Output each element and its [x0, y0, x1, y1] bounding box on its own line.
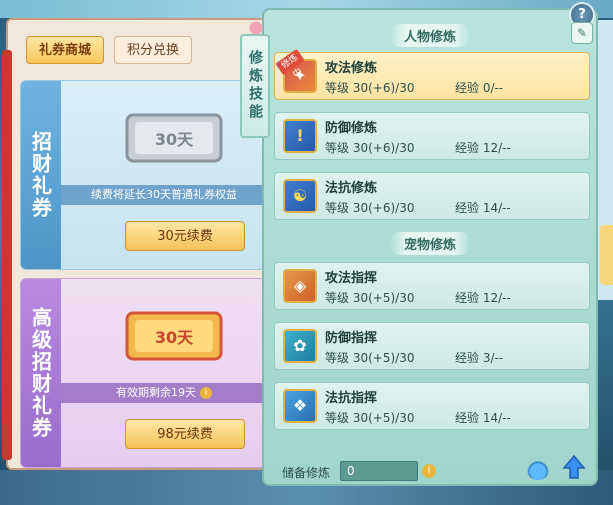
basic-voucher-card: 招财礼券 30天 续费将延长30天普通礼券权益 30元续费	[20, 80, 266, 270]
flower-ornament	[244, 16, 268, 36]
skill-row-magic-resist[interactable]: ☯ 法抗修炼 等级 30(+6)/30 经验 14/--	[274, 172, 590, 220]
store-label: 储备修炼	[282, 466, 331, 480]
skill-exp: 经验 0/--	[455, 81, 504, 95]
skill-level: 等级 30(+5)/30	[325, 351, 415, 365]
basic-voucher-desc: 续费将延长30天普通礼券权益	[61, 185, 265, 205]
skill-exp: 经验 12/--	[455, 141, 511, 155]
skill-name: 法抗指挥	[325, 391, 378, 406]
basic-ticket-text: 30天	[155, 130, 194, 149]
store-input[interactable]: 0	[340, 461, 418, 481]
info-icon[interactable]: i	[422, 464, 436, 478]
skill-name: 防御指挥	[325, 331, 378, 346]
skill-level: 等级 30(+5)/30	[325, 411, 415, 425]
skill-exp: 经验 3/--	[455, 351, 504, 365]
skill-row-pet-attack[interactable]: ◈ 攻法指挥 等级 30(+5)/30 经验 12/--	[274, 262, 590, 310]
skill-level: 等级 30(+5)/30	[325, 291, 415, 305]
skill-level: 等级 30(+6)/30	[325, 141, 415, 155]
tab-voucher-shop[interactable]: 礼券商城	[26, 36, 105, 64]
char-section-title: 人物修炼	[264, 24, 596, 47]
skill-row-defense[interactable]: ! 防御修炼 等级 30(+6)/30 经验 12/--	[274, 112, 590, 160]
skill-name: 法抗修炼	[325, 181, 378, 196]
advanced-ticket-text: 30天	[155, 328, 194, 347]
upgrade-arrow-icon[interactable]	[562, 454, 586, 480]
advanced-voucher-desc: 有效期剩余19天 i	[61, 383, 265, 403]
advanced-voucher-label: 高级招财礼券	[21, 279, 61, 467]
cultivation-title: 修炼技能	[240, 16, 270, 138]
skill-row-attack[interactable]: ✦ 修炼中 攻法修炼 等级 30(+6)/30 经验 0/--	[274, 48, 590, 100]
pet-section-title: 宠物修炼	[264, 232, 596, 255]
skill-exp: 经验 12/--	[455, 291, 511, 305]
info-icon[interactable]: i	[200, 387, 212, 399]
skill-name: 攻法修炼	[325, 61, 378, 76]
voucher-panel: 礼券商城 积分兑换 招财礼券 30天 续费将延长30天普通礼券权益 30元续费 …	[2, 18, 272, 470]
cultivation-panel: ? ✎ 人物修炼 ✦ 修炼中 攻法修炼 等级 30(+6)/30 经验 0/--…	[262, 2, 598, 486]
panel-edge	[2, 50, 12, 460]
advanced-desc-text: 有效期剩余19天	[116, 386, 196, 399]
renew-98-button[interactable]: 98元续费	[125, 419, 245, 449]
pet-resist-icon: ❖	[283, 389, 317, 423]
magic-resist-icon: ☯	[283, 179, 317, 213]
voucher-tabs: 礼券商城 积分兑换	[26, 36, 193, 64]
pet-defense-icon: ✿	[283, 329, 317, 363]
pet-attack-icon: ◈	[283, 269, 317, 303]
skill-row-pet-defense[interactable]: ✿ 防御指挥 等级 30(+5)/30 经验 3/--	[274, 322, 590, 370]
potion-icon[interactable]	[526, 456, 550, 480]
skill-level: 等级 30(+6)/30	[325, 81, 415, 95]
tab-points-exchange[interactable]: 积分兑换	[114, 36, 193, 64]
skill-exp: 经验 14/--	[455, 411, 511, 425]
basic-voucher-label: 招财礼券	[21, 81, 61, 269]
skill-name: 防御修炼	[325, 121, 378, 136]
training-badge: 修炼中	[275, 48, 305, 80]
renew-30-button[interactable]: 30元续费	[125, 221, 245, 251]
background-side-tab[interactable]	[600, 225, 613, 285]
basic-desc-text: 续费将延长30天普通礼券权益	[91, 188, 237, 201]
advanced-voucher-card: 高级招财礼券 30天 有效期剩余19天 i 98元续费	[20, 278, 266, 468]
skill-row-pet-resist[interactable]: ❖ 法抗指挥 等级 30(+5)/30 经验 14/--	[274, 382, 590, 430]
skill-level: 等级 30(+6)/30	[325, 201, 415, 215]
skill-name: 攻法指挥	[325, 271, 378, 286]
gold-ticket-icon: 30天	[125, 311, 223, 361]
defense-icon: !	[283, 119, 317, 153]
skill-exp: 经验 14/--	[455, 201, 511, 215]
silver-ticket-icon: 30天	[125, 113, 223, 163]
